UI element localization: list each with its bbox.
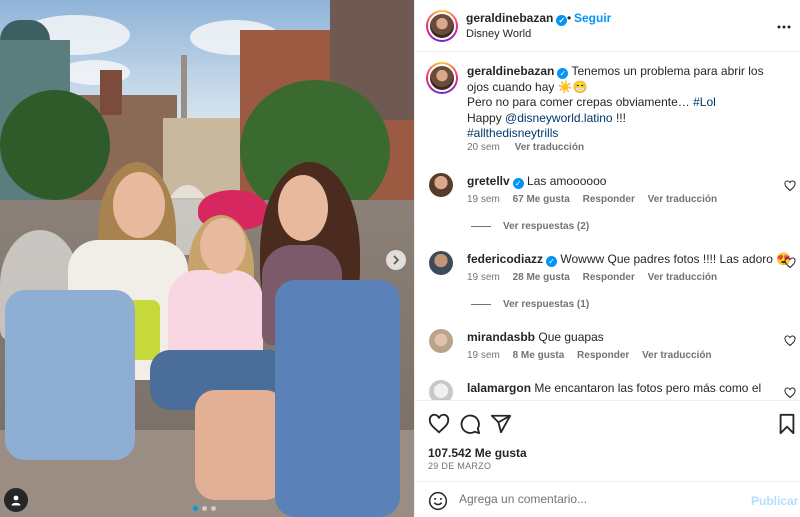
hashtag-link[interactable]: #allthedisneytrills (467, 126, 558, 140)
author-username-row: geraldinebazan ✓ (466, 11, 568, 26)
caption-line-2: Pero no para comer crepas obviamente… (467, 95, 694, 109)
save-bookmark-icon[interactable] (776, 413, 798, 435)
share-send-icon[interactable] (490, 413, 512, 435)
comment-row: federicodiazz ✓ Wowww Que padres fotos !!… (467, 252, 791, 267)
caption-translate-button[interactable]: Ver traducción (515, 142, 584, 153)
caption-author-avatar[interactable] (426, 62, 458, 94)
post-caption: geraldinebazan ✓ Tenemos un problema para… (467, 64, 785, 142)
more-options-button[interactable] (777, 16, 791, 34)
comment-input[interactable] (459, 492, 739, 506)
carousel-dot (202, 506, 207, 511)
comment-text: Las amoooooo (527, 174, 607, 188)
comment-reply-button[interactable]: Responder (583, 194, 635, 205)
comment-translate-button[interactable]: Ver traducción (642, 350, 711, 361)
comment-text: Que guapas (538, 330, 604, 344)
caption-meta: 20 sem Ver traducción (467, 142, 584, 153)
comment-meta: 19 sem 67 Me gusta Responder Ver traducc… (467, 194, 717, 205)
comment-time[interactable]: 19 sem (467, 350, 500, 361)
mention-link[interactable]: @disneyworld.latino (505, 111, 613, 125)
comment-likes[interactable]: 28 Me gusta (513, 272, 570, 283)
like-comment-heart-icon[interactable] (784, 180, 796, 192)
more-horizontal-icon (777, 25, 791, 29)
comment-likes[interactable]: 8 Me gusta (513, 350, 565, 361)
post-location[interactable]: Disney World (466, 28, 531, 40)
post-date[interactable]: 29 DE MARZO (428, 461, 491, 471)
like-comment-heart-icon[interactable] (784, 257, 796, 269)
caption-line-3-prefix: Happy (467, 110, 506, 125)
likes-count[interactable]: 107.542 Me gusta (428, 446, 527, 460)
carousel-dot (193, 506, 198, 511)
comment-avatar[interactable] (429, 251, 453, 275)
comment-bubble-icon[interactable] (459, 413, 481, 435)
replies-divider (471, 304, 491, 305)
add-comment-bar: Publicar (415, 481, 800, 517)
photo-tree (0, 90, 110, 200)
carousel-dot (211, 506, 216, 511)
view-replies-label: Ver respuestas (2) (503, 221, 590, 232)
author-avatar[interactable] (426, 10, 458, 42)
like-heart-icon[interactable] (428, 413, 450, 435)
view-replies-label: Ver respuestas (1) (503, 299, 590, 310)
comment-avatar[interactable] (429, 173, 453, 197)
verified-badge-icon: ✓ (556, 15, 568, 26)
comment-username[interactable]: gretellv (467, 174, 510, 188)
comments-list[interactable]: geraldinebazan ✓ Tenemos un problema para… (415, 52, 800, 400)
post-photo[interactable] (0, 0, 414, 517)
photo-building (163, 118, 243, 198)
photo-eiffel-tower (181, 55, 187, 125)
comment-reply-button[interactable]: Responder (583, 272, 635, 283)
comment-row: gretellv ✓ Las amoooooo (467, 174, 606, 189)
comment-row: lalamargon Me encantaron las fotos pero … (467, 381, 761, 395)
caption-time[interactable]: 20 sem (467, 142, 500, 153)
comment-reply-button[interactable]: Responder (577, 350, 629, 361)
comment-row: mirandasbb Que guapas (467, 330, 604, 344)
comment-meta: 19 sem 8 Me gusta Responder Ver traducci… (467, 350, 712, 361)
emoji-smiley-icon[interactable] (428, 491, 448, 511)
publish-comment-button[interactable]: Publicar (751, 494, 798, 508)
post-side-panel: geraldinebazan ✓ • Seguir Disney World ge… (414, 0, 800, 517)
comment-username[interactable]: federicodiazz (467, 252, 543, 266)
verified-badge-icon: ✓ (512, 178, 524, 189)
follow-button[interactable]: Seguir (574, 11, 611, 25)
comment-meta: 19 sem 28 Me gusta Responder Ver traducc… (467, 272, 717, 283)
comment-time[interactable]: 19 sem (467, 194, 500, 205)
carousel-indicator (193, 506, 216, 511)
comment-avatar[interactable] (429, 380, 453, 400)
replies-divider (471, 226, 491, 227)
verified-badge-icon: ✓ (546, 256, 558, 267)
user-icon (11, 495, 21, 506)
view-replies-button[interactable]: Ver respuestas (1) (471, 299, 589, 310)
like-comment-heart-icon[interactable] (784, 387, 796, 399)
like-comment-heart-icon[interactable] (784, 335, 796, 347)
header-separator: • (567, 11, 572, 25)
photo-chimney (100, 70, 122, 115)
comment-translate-button[interactable]: Ver traducción (648, 272, 717, 283)
comment-text: Me encantaron las fotos pero más como el (534, 381, 762, 395)
comment-username[interactable]: lalamargon (467, 381, 531, 395)
post-header: geraldinebazan ✓ • Seguir Disney World (415, 0, 800, 52)
comment-text: Wowww Que padres fotos !!!! Las adoro 😍 (560, 252, 792, 266)
caption-username[interactable]: geraldinebazan (467, 64, 554, 78)
post-actions: 107.542 Me gusta 29 DE MARZO Publicar (415, 400, 800, 517)
view-replies-button[interactable]: Ver respuestas (2) (471, 221, 589, 232)
comment-translate-button[interactable]: Ver traducción (648, 194, 717, 205)
tagged-users-button[interactable] (4, 488, 28, 512)
hashtag-link[interactable]: #Lol (693, 95, 716, 109)
comment-time[interactable]: 19 sem (467, 272, 500, 283)
verified-badge-icon: ✓ (557, 68, 569, 79)
chevron-right-icon (393, 255, 400, 265)
author-username[interactable]: geraldinebazan (466, 11, 553, 25)
comment-avatar[interactable] (429, 329, 453, 353)
carousel-next-button[interactable] (386, 250, 406, 270)
caption-line-3-suffix: !!! (612, 110, 626, 125)
comment-likes[interactable]: 67 Me gusta (513, 194, 570, 205)
comment-username[interactable]: mirandasbb (467, 330, 535, 344)
